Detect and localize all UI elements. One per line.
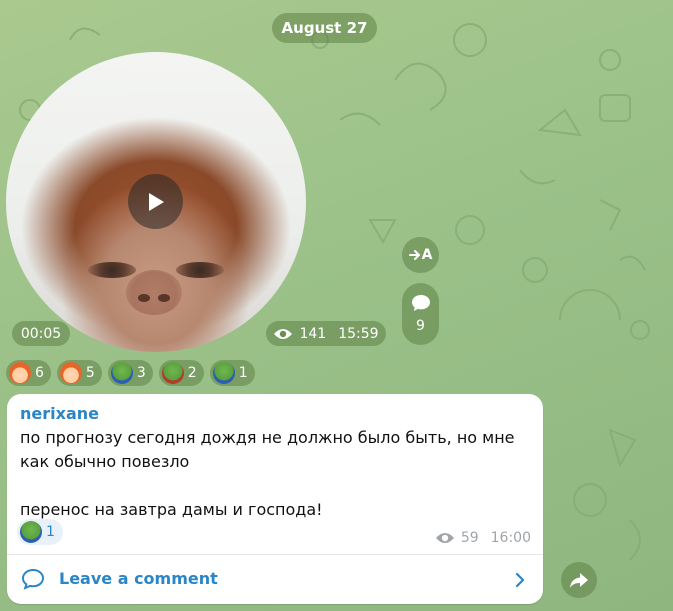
message-time: 16:00 [490, 530, 531, 546]
leave-comment-label: Leave a comment [59, 569, 218, 588]
share-button[interactable] [561, 562, 597, 598]
message-paragraph: по прогнозу сегодня дождя не должно было… [20, 428, 515, 471]
video-message[interactable] [6, 52, 306, 352]
comments-count: 9 [416, 318, 425, 334]
reaction-count: 2 [187, 365, 197, 381]
reaction-chip[interactable]: 6 [6, 360, 51, 386]
speech-bubble-icon [411, 295, 430, 311]
reaction-count: 1 [238, 365, 248, 381]
play-button[interactable] [128, 174, 183, 229]
message-text: по прогнозу сегодня дождя не должно было… [20, 426, 530, 522]
share-arrow-icon [570, 573, 588, 588]
video-frame-eye [176, 262, 224, 278]
reaction-count: 6 [35, 365, 44, 381]
video-views: 141 [299, 325, 327, 342]
eye-icon [274, 328, 293, 339]
video-duration: 00:05 [12, 321, 70, 346]
play-icon [148, 192, 164, 211]
date-separator: August 27 [272, 13, 377, 43]
message-reaction-count: 1 [46, 524, 55, 540]
girl-emoji-icon [9, 362, 31, 384]
leave-comment-button[interactable]: Leave a comment [7, 555, 543, 604]
video-duration-text: 00:05 [20, 325, 62, 342]
message-bubble: nerixane по прогнозу сегодня дождя не до… [7, 394, 543, 604]
message-meta: 59 16:00 [435, 530, 531, 546]
comment-icon [21, 568, 45, 590]
message-views: 59 [460, 530, 479, 546]
reaction-chip[interactable]: 1 [209, 360, 255, 386]
translate-button[interactable]: A [402, 237, 439, 273]
eye-icon [435, 533, 454, 543]
reaction-chip[interactable]: 3 [107, 360, 153, 386]
reaction-chip[interactable]: 2 [158, 360, 204, 386]
message-reaction-chip[interactable]: 1 [17, 519, 63, 545]
pepe-emoji-icon [110, 362, 133, 384]
girl-emoji-icon [59, 362, 82, 384]
video-reactions: 6 5 3 2 1 [6, 360, 255, 386]
video-frame-eye [88, 262, 136, 278]
arrow-right-icon [408, 250, 420, 260]
message-paragraph: перенос на завтра дамы и господа! [20, 500, 323, 519]
chevron-right-icon [515, 572, 525, 588]
translate-label: A [421, 247, 433, 263]
pepe-red-emoji-icon [161, 362, 184, 384]
pepe-emoji-icon [20, 521, 42, 543]
reaction-count: 5 [85, 365, 95, 381]
message-author[interactable]: nerixane [20, 404, 99, 423]
pepe-emoji-icon [212, 362, 235, 384]
reaction-chip[interactable]: 5 [56, 360, 102, 386]
comments-button[interactable]: 9 [402, 283, 439, 345]
reaction-count: 3 [136, 365, 146, 381]
video-frame-nose [126, 270, 182, 315]
video-time: 15:59 [338, 325, 379, 342]
video-meta: 141 15:59 [266, 321, 386, 346]
